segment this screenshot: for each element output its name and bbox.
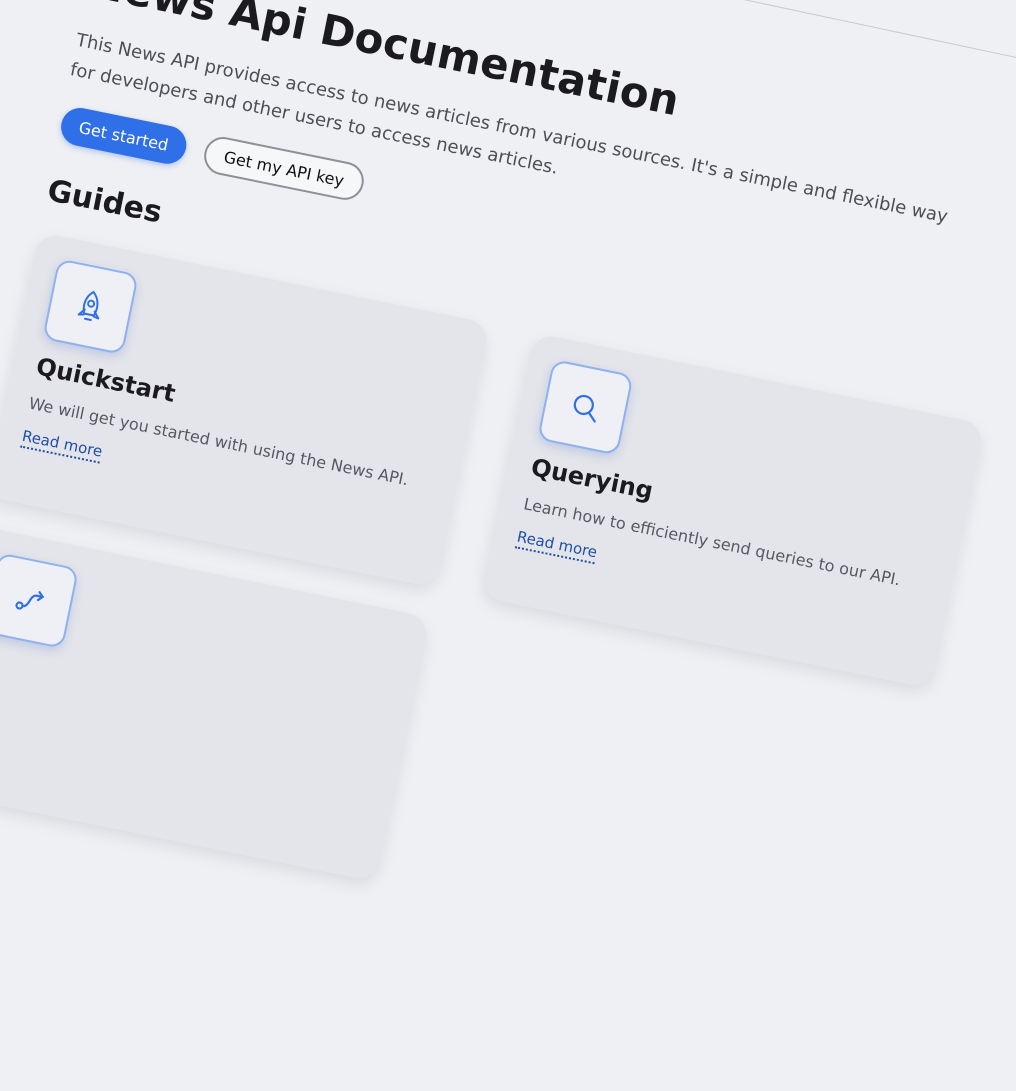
read-more-link[interactable]: Read more — [20, 426, 104, 464]
get-started-button[interactable]: Get started — [57, 104, 190, 168]
route-icon — [0, 552, 80, 649]
main-content: News Api Documentation This News API pro… — [0, 0, 1016, 1091]
get-api-key-button[interactable]: Get my API key — [200, 133, 368, 204]
rocket-icon — [42, 258, 139, 355]
guide-card-routing[interactable] — [0, 525, 431, 883]
read-more-link[interactable]: Read more — [514, 527, 599, 565]
guide-card-title: Querying — [528, 453, 656, 506]
search-icon — [537, 358, 634, 456]
guide-card-quickstart[interactable]: Quickstart We will get you started with … — [0, 231, 491, 589]
guide-card-querying[interactable]: Querying Learn how to efficiently send q… — [480, 332, 986, 689]
guides-heading: Guides — [44, 173, 165, 231]
header-divider — [719, 0, 1016, 70]
